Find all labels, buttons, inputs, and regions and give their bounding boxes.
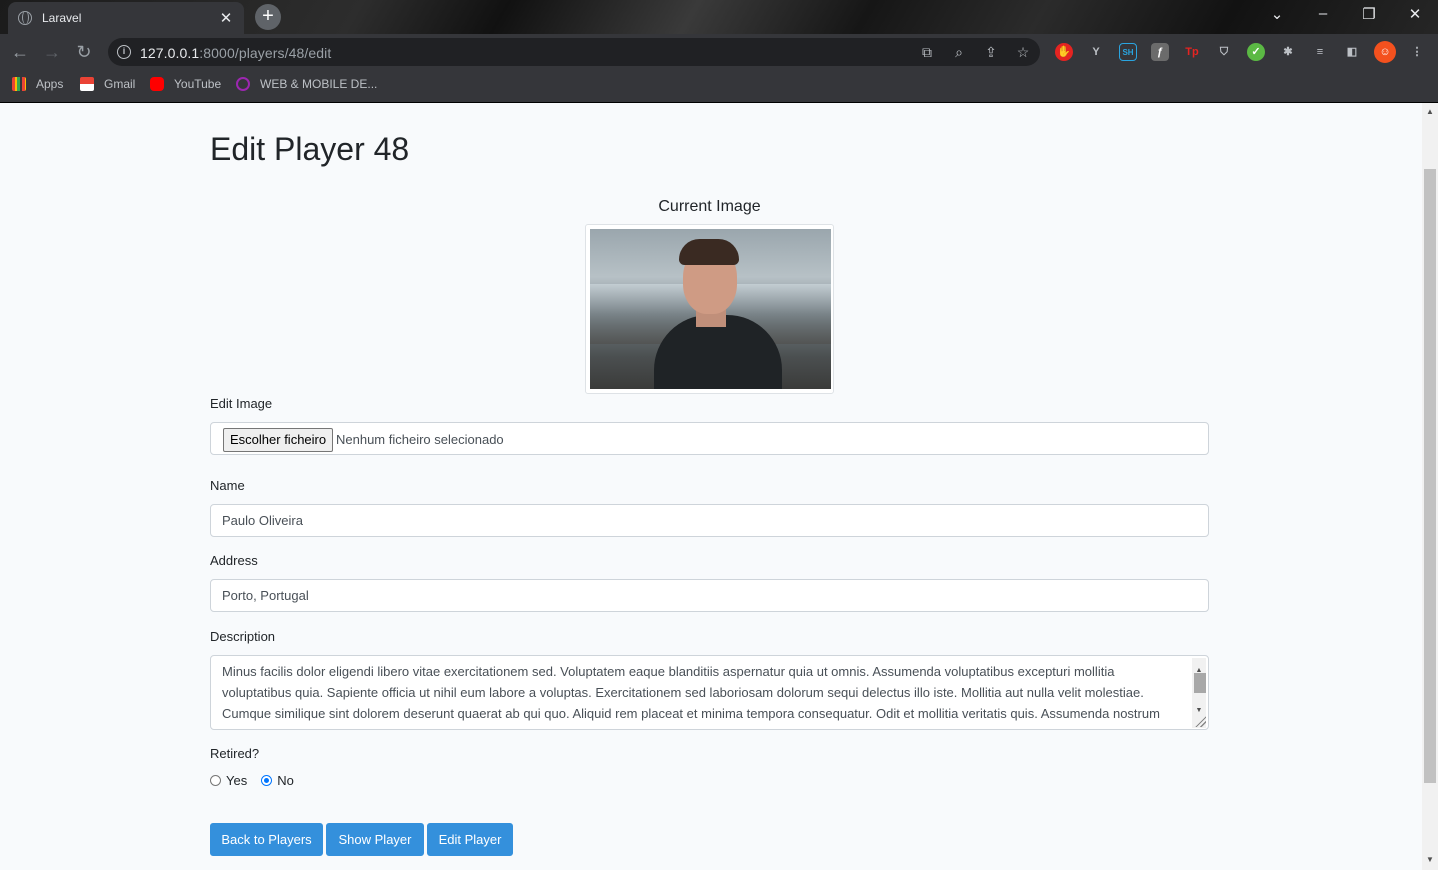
retired-no-label[interactable]: No [277, 773, 294, 788]
globe-icon [18, 11, 32, 25]
file-status-text: Nenhum ficheiro selecionado [336, 432, 504, 447]
bookmarks-bar: Apps Gmail YouTube WEB & MOBILE DE... [0, 70, 1438, 103]
choose-file-button[interactable]: Escolher ficheiro [223, 428, 334, 452]
retired-radio-group: Yes No [210, 773, 308, 788]
site-info-icon[interactable]: i [117, 45, 131, 59]
name-label: Name [210, 478, 245, 493]
profile-avatar-icon[interactable]: ☺ [1374, 41, 1396, 63]
player-image-frame [585, 224, 834, 394]
retired-no-radio[interactable] [261, 775, 273, 786]
page-title: Edit Player 48 [210, 131, 410, 167]
gmail-icon [80, 77, 94, 91]
page-scroll-down-icon[interactable]: ▼ [1425, 855, 1435, 864]
reload-icon[interactable]: ↻ [72, 40, 96, 64]
name-input[interactable]: Paulo Oliveira [210, 504, 1209, 537]
description-textarea[interactable]: Minus facilis dolor eligendi libero vita… [210, 655, 1209, 730]
tab-strip: Laravel ✕ + ⌄ – ❐ ✕ [0, 0, 1438, 34]
back-arrow-icon[interactable]: ← [8, 40, 32, 64]
textarea-scroll-thumb[interactable] [1194, 673, 1206, 693]
youtube-icon [150, 77, 164, 91]
browser-toolbar: ← → ↻ i 127.0.0.1:8000/players/48/edit ⧉… [0, 34, 1438, 70]
retired-yes-radio[interactable] [210, 775, 221, 786]
bookmark-label: Apps [36, 77, 64, 91]
close-window-icon[interactable]: ✕ [1400, 5, 1430, 23]
edit-image-label: Edit Image [210, 396, 273, 411]
bookmark-label: WEB & MOBILE DE... [260, 77, 378, 91]
show-player-button[interactable]: Show Player [326, 823, 424, 856]
photo-hair [679, 239, 739, 265]
bookmark-web-mobile[interactable]: WEB & MOBILE DE... [236, 77, 377, 91]
description-text: Minus facilis dolor eligendi libero vita… [222, 664, 1160, 721]
page-scroll-thumb[interactable] [1424, 169, 1436, 783]
browser-tab[interactable]: Laravel ✕ [8, 2, 244, 34]
url-text: 127.0.0.1:8000/players/48/edit [140, 45, 331, 61]
url-host: 127.0.0.1 [140, 45, 200, 61]
extension-check-icon[interactable]: ✓ [1247, 43, 1265, 61]
resize-handle-icon[interactable] [1194, 715, 1206, 727]
address-label: Address [210, 553, 258, 568]
bookmark-youtube[interactable]: YouTube [150, 77, 221, 91]
extension-funnel-icon[interactable]: Y [1087, 43, 1105, 61]
minimize-icon[interactable]: – [1308, 5, 1338, 22]
new-tab-button[interactable]: + [255, 4, 281, 30]
close-tab-icon[interactable]: ✕ [218, 9, 234, 27]
extension-red-hand-icon[interactable]: ✋ [1055, 43, 1073, 61]
media-control-icon[interactable]: ≡ [1311, 43, 1329, 61]
tab-search-icon[interactable]: ⌄ [1262, 5, 1292, 23]
bookmark-star-icon[interactable]: ☆ [1014, 43, 1032, 61]
extensions-puzzle-icon[interactable]: ✱ [1279, 43, 1297, 61]
extension-script-icon[interactable]: ƒ [1151, 43, 1169, 61]
tab-title: Laravel [42, 11, 82, 25]
address-bar[interactable]: i 127.0.0.1:8000/players/48/edit ⧉ ⌕ ⇪ ☆ [108, 38, 1040, 66]
side-panel-icon[interactable]: ◧ [1343, 43, 1361, 61]
restore-icon[interactable]: ❐ [1354, 5, 1384, 23]
browser-chrome: Laravel ✕ + ⌄ – ❐ ✕ ← → ↻ i 127.0.0.1:80… [0, 0, 1438, 103]
retired-yes-label[interactable]: Yes [226, 773, 247, 788]
edit-player-button[interactable]: Edit Player [427, 823, 513, 856]
extension-shield-icon[interactable]: ⛉ [1215, 43, 1233, 61]
url-path: :8000/players/48/edit [199, 45, 332, 61]
extension-tp-icon[interactable]: Tp [1183, 43, 1201, 61]
bookmark-site-icon [236, 77, 250, 91]
forward-arrow-icon[interactable]: → [40, 40, 64, 64]
bookmark-label: Gmail [104, 77, 136, 91]
page-scroll-up-icon[interactable]: ▲ [1425, 107, 1435, 116]
page-content: Edit Player 48 Current Image Edit Image … [0, 103, 1422, 870]
retired-label: Retired? [210, 746, 260, 761]
bookmark-label: YouTube [174, 77, 222, 91]
menu-kebab-icon[interactable]: ⋮ [1408, 43, 1426, 61]
player-photo [590, 229, 831, 389]
translate-icon[interactable]: ⧉ [918, 43, 936, 61]
page-scrollbar[interactable]: ▲ ▼ [1422, 103, 1438, 870]
back-to-players-button[interactable]: Back to Players [210, 823, 323, 856]
zoom-icon[interactable]: ⌕ [950, 43, 968, 61]
extension-sh-icon[interactable]: SH [1119, 43, 1137, 61]
current-image-label: Current Image [658, 198, 761, 215]
bookmark-gmail[interactable]: Gmail [80, 77, 135, 91]
apps-grid-icon [12, 77, 26, 91]
image-file-input[interactable]: Escolher ficheiro Nenhum ficheiro seleci… [210, 422, 1209, 455]
share-icon[interactable]: ⇪ [982, 43, 1000, 61]
address-input[interactable]: Porto, Portugal [210, 579, 1209, 612]
bookmark-apps[interactable]: Apps [12, 77, 63, 91]
description-label: Description [210, 629, 276, 644]
